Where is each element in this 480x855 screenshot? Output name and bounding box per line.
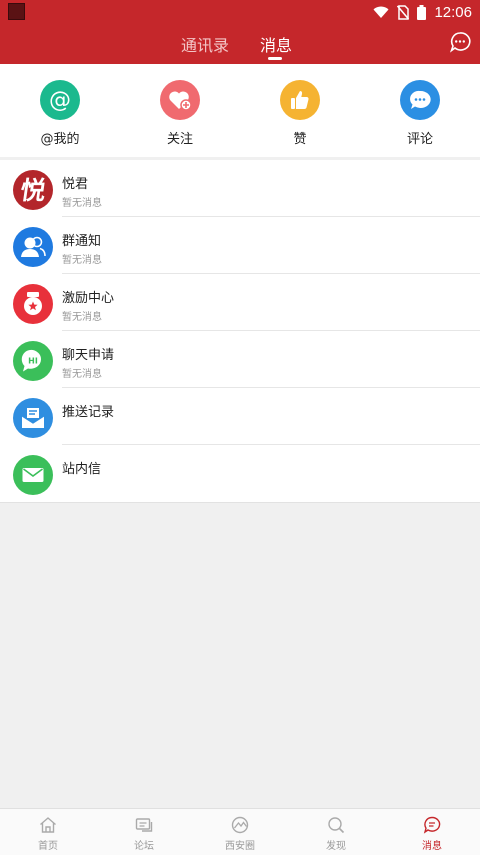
yuejun-logo-text: 悦 <box>19 176 48 205</box>
nav-label: 首页 <box>38 841 58 852</box>
mail-icon <box>13 455 53 495</box>
nav-messages[interactable]: 消息 <box>402 815 462 852</box>
chat-bubble-icon <box>449 32 471 53</box>
tab-messages[interactable]: 消息 <box>260 32 292 56</box>
active-tab-indicator <box>268 57 282 60</box>
circle-icon <box>231 816 249 834</box>
nav-discover[interactable]: 发现 <box>306 815 366 852</box>
bottom-nav: 首页 论坛 西安圈 发现 消息 <box>0 808 480 855</box>
status-bar: 12:06 <box>0 0 480 24</box>
nav-label: 消息 <box>422 841 442 852</box>
app-notification-icon <box>8 3 25 20</box>
tab-contacts[interactable]: 通讯录 <box>181 32 229 56</box>
quick-action-like[interactable]: 赞 <box>260 80 340 147</box>
quick-action-label: 关注 <box>166 132 193 147</box>
top-header: 通讯录 消息 <box>0 24 480 64</box>
list-item-incentive-center[interactable]: 激励中心 暂无消息 <box>0 274 480 331</box>
list-item-subtitle: 暂无消息 <box>62 255 102 266</box>
comment-icon <box>400 80 440 120</box>
list-item-title: 聊天申请 <box>62 348 115 363</box>
list-item-push-records[interactable]: 推送记录 <box>0 388 480 445</box>
list-item-title: 站内信 <box>62 462 102 477</box>
nav-label: 发现 <box>326 841 346 852</box>
no-sim-icon <box>397 4 410 20</box>
list-item-subtitle: 暂无消息 <box>62 312 102 323</box>
list-item-subtitle: 暂无消息 <box>62 198 102 209</box>
home-icon <box>40 817 56 833</box>
nav-label: 西安圈 <box>225 841 255 852</box>
quick-action-label: 评论 <box>406 132 433 147</box>
medal-icon <box>13 284 53 324</box>
battery-icon <box>417 4 427 20</box>
quick-actions: @ @我的 关注 赞 评论 <box>0 64 480 157</box>
list-item-chat-request[interactable]: HI 聊天申请 暂无消息 <box>0 331 480 388</box>
list-item-group-notice[interactable]: 群通知 暂无消息 <box>0 217 480 274</box>
list-item-yuejun[interactable]: 悦 悦君 暂无消息 <box>0 160 480 217</box>
forum-icon <box>135 818 153 832</box>
nav-home[interactable]: 首页 <box>18 815 78 852</box>
list-item-title: 群通知 <box>62 234 102 249</box>
at-icon: @ <box>40 80 80 120</box>
quick-action-label: 赞 <box>293 132 307 147</box>
wifi-icon <box>373 6 389 19</box>
nav-xian-circle[interactable]: 西安圈 <box>210 815 270 852</box>
inbox-icon <box>13 398 53 438</box>
message-icon <box>423 816 441 834</box>
list-item-site-mail[interactable]: 站内信 <box>0 445 480 502</box>
nav-label: 论坛 <box>134 841 154 852</box>
chat-hi-icon: HI <box>13 341 53 381</box>
chat-bubble-button[interactable] <box>449 31 471 53</box>
chat-hi-text: HI <box>28 357 38 366</box>
thumbs-up-icon <box>280 80 320 120</box>
discover-icon <box>328 817 345 834</box>
list-item-subtitle: 暂无消息 <box>62 369 102 380</box>
nav-forum[interactable]: 论坛 <box>114 815 174 852</box>
quick-action-comment[interactable]: 评论 <box>380 80 460 147</box>
message-list: 悦 悦君 暂无消息 群通知 暂无消息 激励中心 暂无消息 HI 聊天申请 暂无消… <box>0 160 480 503</box>
group-icon <box>13 227 53 267</box>
list-item-title: 激励中心 <box>62 291 115 306</box>
status-icons: 12:06 <box>373 0 472 24</box>
list-item-title: 推送记录 <box>62 405 115 420</box>
quick-action-label: @我的 <box>40 132 80 147</box>
yuejun-logo: 悦 <box>13 170 53 210</box>
list-item-title: 悦君 <box>62 177 89 192</box>
heart-plus-icon <box>160 80 200 120</box>
quick-action-at-me[interactable]: @ @我的 <box>20 80 100 147</box>
quick-action-follow[interactable]: 关注 <box>140 80 220 147</box>
svg-text:@: @ <box>49 88 71 113</box>
status-time: 12:06 <box>434 3 472 21</box>
